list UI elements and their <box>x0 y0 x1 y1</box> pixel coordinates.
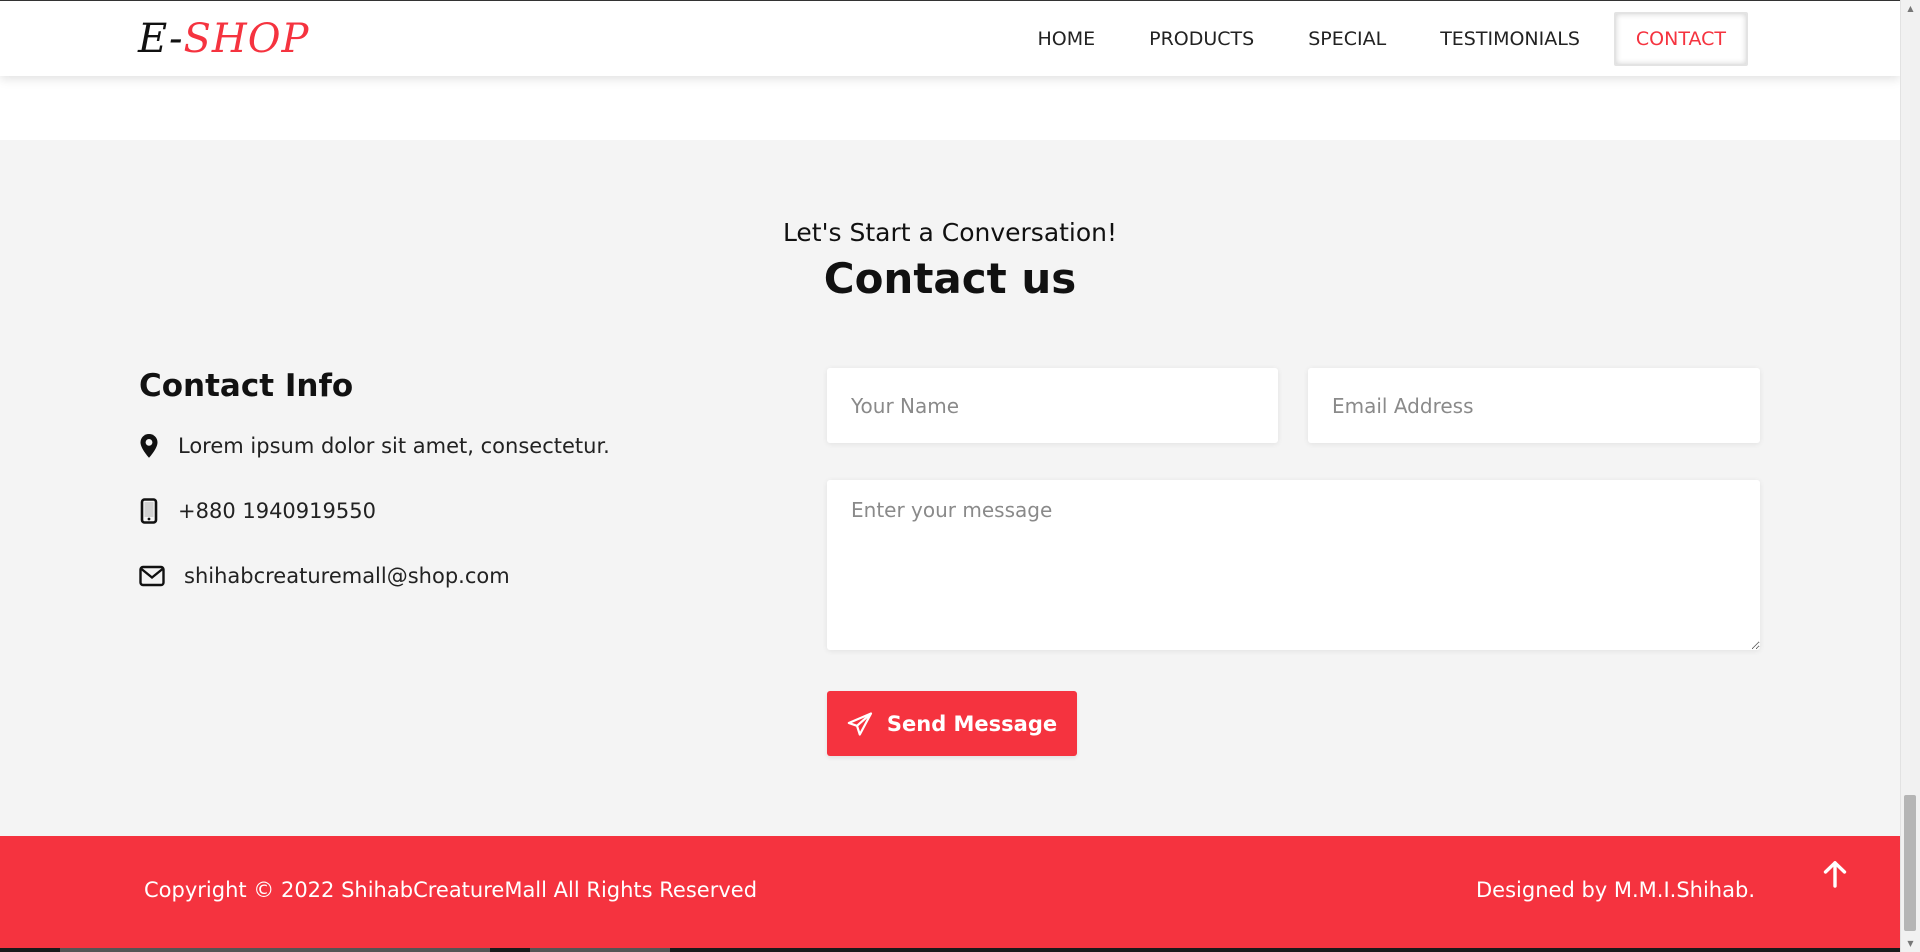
footer: Copyright © 2022 ShihabCreatureMall All … <box>0 836 1900 952</box>
email-input[interactable] <box>1308 368 1760 443</box>
contact-title: Contact us <box>823 254 1077 303</box>
taskbar-segment <box>60 948 490 952</box>
contact-subtitle: Let's Start a Conversation! <box>782 218 1118 247</box>
copyright-text: Copyright © 2022 ShihabCreatureMall All … <box>144 878 758 902</box>
page: E-SHOP HOME PRODUCTS SPECIAL TESTIMONIAL… <box>0 0 1900 952</box>
logo-dash: - <box>168 16 184 62</box>
taskbar-segment <box>530 948 670 952</box>
contact-section: Let's Start a Conversation! Contact us C… <box>0 140 1900 836</box>
location-pin-icon <box>139 431 169 461</box>
envelope-icon <box>139 561 169 591</box>
nav-contact[interactable]: CONTACT <box>1613 12 1748 66</box>
arrow-up-icon <box>1822 860 1848 888</box>
scroll-up-arrow-icon[interactable]: ▲ <box>1901 0 1920 17</box>
contact-email: shihabcreaturemall@shop.com <box>139 561 510 591</box>
send-message-label: Send Message <box>886 711 1058 736</box>
logo[interactable]: E-SHOP <box>138 15 309 63</box>
address-text: Lorem ipsum dolor sit amet, consectetur. <box>178 434 610 458</box>
back-to-top-button[interactable] <box>1815 854 1855 894</box>
scroll-down-arrow-icon[interactable]: ▼ <box>1901 935 1920 952</box>
send-message-button[interactable]: Send Message <box>827 691 1077 756</box>
logo-part-e: E <box>138 16 169 62</box>
contact-phone: +880 1940919550 <box>139 496 376 526</box>
designed-by-text: Designed by M.M.I.Shihab. <box>1476 878 1755 902</box>
nav-home[interactable]: HOME <box>1017 12 1115 66</box>
scrollbar-thumb[interactable] <box>1904 795 1916 931</box>
nav-testimonials[interactable]: TESTIMONIALS <box>1420 12 1600 66</box>
main-nav: HOME PRODUCTS SPECIAL TESTIMONIALS CONTA… <box>1017 12 1748 66</box>
taskbar-strip <box>0 948 1900 952</box>
email-text: shihabcreaturemall@shop.com <box>184 564 510 588</box>
phone-text: +880 1940919550 <box>178 499 376 523</box>
contact-info-title: Contact Info <box>139 368 354 404</box>
nav-special[interactable]: SPECIAL <box>1288 12 1406 66</box>
navbar: E-SHOP HOME PRODUCTS SPECIAL TESTIMONIAL… <box>0 0 1900 76</box>
name-input[interactable] <box>827 368 1278 443</box>
vertical-scrollbar[interactable]: ▲ ▼ <box>1900 0 1920 952</box>
message-textarea[interactable] <box>827 480 1760 650</box>
logo-part-shop: SHOP <box>183 16 310 62</box>
mobile-phone-icon <box>139 496 169 526</box>
contact-address: Lorem ipsum dolor sit amet, consectetur. <box>139 431 610 461</box>
paper-plane-icon <box>847 711 873 736</box>
nav-products[interactable]: PRODUCTS <box>1129 12 1274 66</box>
